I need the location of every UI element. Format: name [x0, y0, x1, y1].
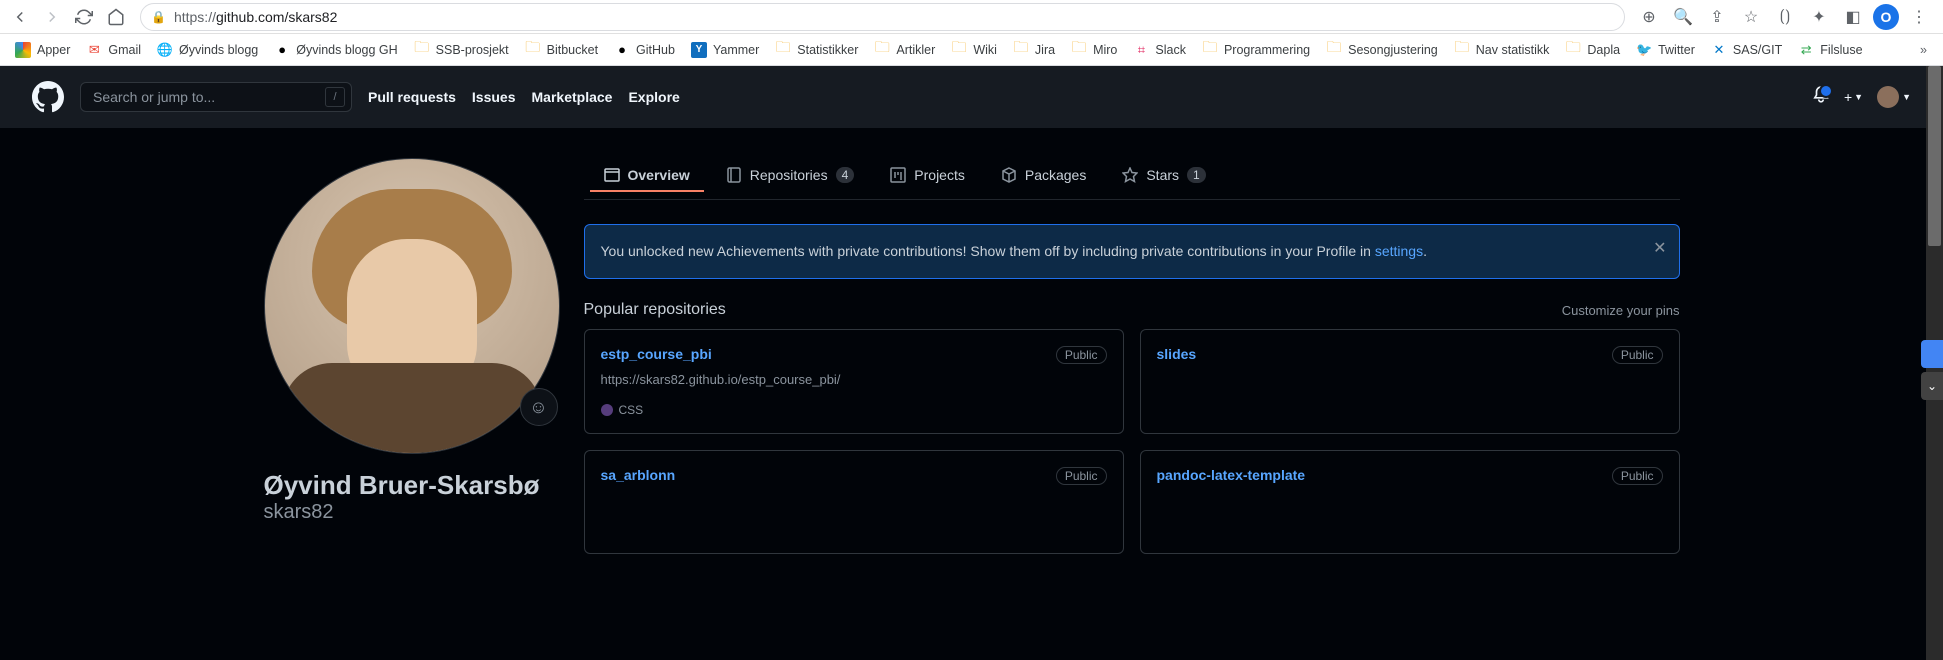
bookmark-item[interactable]: ✕SAS/GIT: [1704, 38, 1789, 62]
tab-packages[interactable]: Packages: [987, 159, 1100, 193]
bookmark-item[interactable]: ✉Gmail: [79, 38, 148, 62]
browser-profile[interactable]: O: [1873, 4, 1899, 30]
bookmark-item[interactable]: 🐦Twitter: [1629, 38, 1702, 62]
repo-card: slides Public: [1140, 329, 1680, 434]
banner-close-icon[interactable]: ✕: [1653, 237, 1666, 261]
gh-nav-pull-requests[interactable]: Pull requests: [368, 89, 456, 105]
user-avatar-icon: [1877, 86, 1899, 108]
bookmark-item[interactable]: 🗀Bitbucket: [518, 38, 605, 62]
cast-icon[interactable]: ⟮⟯: [1771, 3, 1799, 31]
gh-nav-explore[interactable]: Explore: [628, 89, 679, 105]
profile-sidebar: ☺ Øyvind Bruer-Skarsbø skars82: [264, 128, 560, 554]
repo-language: CSS: [601, 403, 1107, 417]
side-widget-expand[interactable]: ⌄: [1921, 372, 1943, 400]
repo-name-link[interactable]: sa_arblonn: [601, 467, 676, 483]
toolbar-right: ⊕ 🔍 ⇪ ☆ ⟮⟯ ✦ ◧ O ⋮: [1635, 3, 1937, 31]
profile-full-name: Øyvind Bruer-Skarsbø: [264, 470, 560, 501]
bookmark-item[interactable]: 🗀SSB-prosjekt: [407, 38, 516, 62]
browser-menu-icon[interactable]: ⋮: [1905, 3, 1933, 31]
gh-nav-issues[interactable]: Issues: [472, 89, 516, 105]
translate-icon[interactable]: ⊕: [1635, 3, 1663, 31]
tab-stars[interactable]: Stars1: [1108, 159, 1219, 193]
tab-overview[interactable]: Overview: [590, 159, 704, 193]
set-status-button[interactable]: ☺: [520, 388, 558, 426]
side-widget[interactable]: [1921, 340, 1943, 368]
bookmark-item[interactable]: YYammer: [684, 38, 766, 62]
repo-name-link[interactable]: estp_course_pbi: [601, 346, 712, 362]
bookmark-star-icon[interactable]: ☆: [1737, 3, 1765, 31]
bookmark-item[interactable]: 🗀Miro: [1064, 38, 1124, 62]
repo-card: pandoc-latex-template Public: [1140, 450, 1680, 554]
notifications-icon[interactable]: [1812, 86, 1830, 109]
github-search[interactable]: Search or jump to... /: [80, 82, 352, 112]
bookmark-item[interactable]: 🗀Dapla: [1558, 38, 1627, 62]
home-button[interactable]: [102, 3, 130, 31]
bookmark-item[interactable]: 🗀Programmering: [1195, 38, 1317, 62]
user-menu[interactable]: ▼: [1877, 86, 1911, 108]
share-icon[interactable]: ⇪: [1703, 3, 1731, 31]
bookmark-item[interactable]: ●Øyvinds blogg GH: [267, 38, 404, 62]
banner-settings-link[interactable]: settings: [1375, 243, 1423, 259]
repo-name-link[interactable]: pandoc-latex-template: [1157, 467, 1306, 483]
browser-toolbar: 🔒 https://github.com/skars82 ⊕ 🔍 ⇪ ☆ ⟮⟯ …: [0, 0, 1943, 34]
bookmark-item[interactable]: Apper: [8, 38, 77, 62]
bookmarks-overflow[interactable]: »: [1912, 39, 1935, 61]
gh-nav-marketplace[interactable]: Marketplace: [532, 89, 613, 105]
search-slash-hint: /: [325, 87, 345, 107]
profile-tabs: OverviewRepositories4ProjectsPackagesSta…: [584, 152, 1680, 200]
popular-repos-title: Popular repositories: [584, 301, 726, 319]
zoom-icon[interactable]: 🔍: [1669, 3, 1697, 31]
create-new-dropdown[interactable]: +▼: [1844, 89, 1863, 105]
url-text: https://github.com/skars82: [174, 9, 1614, 25]
repo-description: https://skars82.github.io/estp_course_pb…: [601, 372, 1107, 387]
bookmark-item[interactable]: ⇄Filsluse: [1791, 38, 1869, 62]
search-placeholder: Search or jump to...: [93, 89, 215, 105]
bookmark-item[interactable]: 🗀Jira: [1006, 38, 1062, 62]
banner-text: You unlocked new Achievements with priva…: [601, 243, 1375, 259]
bookmark-item[interactable]: 🌐Øyvinds blogg: [150, 38, 265, 62]
tab-projects[interactable]: Projects: [876, 159, 979, 193]
bookmark-item[interactable]: 🗀Nav statistikk: [1447, 38, 1557, 62]
github-page: Search or jump to... / Pull requests Issu…: [0, 66, 1943, 660]
bookmarks-bar: Apper✉Gmail🌐Øyvinds blogg●Øyvinds blogg …: [0, 34, 1943, 66]
reload-button[interactable]: [70, 3, 98, 31]
scrollbar-thumb[interactable]: [1928, 66, 1941, 246]
achievements-banner: You unlocked new Achievements with priva…: [584, 224, 1680, 279]
customize-pins-link[interactable]: Customize your pins: [1562, 303, 1680, 318]
bookmark-item[interactable]: 🗀Statistikker: [768, 38, 865, 62]
tab-repositories[interactable]: Repositories4: [712, 159, 869, 193]
github-nav: Pull requests Issues Marketplace Explore: [368, 89, 680, 105]
url-bar[interactable]: 🔒 https://github.com/skars82: [140, 3, 1625, 31]
bookmark-item[interactable]: ●GitHub: [607, 38, 682, 62]
repo-visibility-badge: Public: [1056, 467, 1107, 485]
repo-visibility-badge: Public: [1056, 346, 1107, 364]
lock-icon: 🔒: [151, 10, 166, 24]
forward-button[interactable]: [38, 3, 66, 31]
back-button[interactable]: [6, 3, 34, 31]
profile-avatar[interactable]: [264, 158, 560, 454]
github-logo-icon[interactable]: [32, 81, 64, 113]
repo-visibility-badge: Public: [1612, 467, 1663, 485]
extensions-icon[interactable]: ✦: [1805, 3, 1833, 31]
repo-name-link[interactable]: slides: [1157, 346, 1197, 362]
repo-card: sa_arblonn Public: [584, 450, 1124, 554]
github-header: Search or jump to... / Pull requests Issu…: [0, 66, 1943, 128]
bookmark-item[interactable]: ⌗Slack: [1126, 38, 1193, 62]
repo-grid: estp_course_pbi Public https://skars82.git…: [584, 329, 1680, 554]
bookmark-item[interactable]: 🗀Artikler: [867, 38, 942, 62]
repo-visibility-badge: Public: [1612, 346, 1663, 364]
bookmark-item[interactable]: 🗀Wiki: [944, 38, 1004, 62]
bookmark-item[interactable]: 🗀Sesongjustering: [1319, 38, 1445, 62]
profile-username: skars82: [264, 501, 560, 524]
sidepanel-icon[interactable]: ◧: [1839, 3, 1867, 31]
repo-card: estp_course_pbi Public https://skars82.git…: [584, 329, 1124, 434]
